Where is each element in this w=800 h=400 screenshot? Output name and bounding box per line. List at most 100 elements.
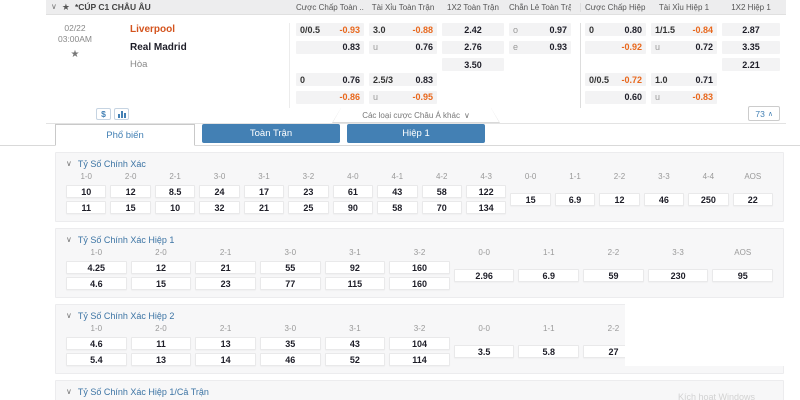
score-odds-cell[interactable]: 11	[131, 337, 192, 350]
score-odds-cell[interactable]: 12	[599, 193, 639, 206]
odds-cell[interactable]: 0.83	[296, 41, 364, 54]
score-odds-cell[interactable]: 23	[195, 277, 256, 290]
score-odds-cell[interactable]: 70	[422, 201, 462, 214]
odds-cell[interactable]: -0.86	[296, 91, 364, 104]
score-odds-cell[interactable]: 21	[244, 201, 284, 214]
odds-cell[interactable]: 0/0.5-0.93	[296, 23, 364, 36]
score-column: 2-12123	[195, 247, 256, 290]
score-odds-cell[interactable]: 4.6	[66, 277, 127, 290]
odds-cell[interactable]: 1.00.71	[651, 73, 717, 86]
odds-cell[interactable]: 2.5/30.83	[369, 73, 437, 86]
odds-cell[interactable]: 0/0.5-0.72	[585, 73, 646, 86]
odds-cell[interactable]: -0.92	[585, 41, 646, 54]
section-header[interactable]: ∨ Tỷ Số Chính Xác	[66, 157, 773, 170]
score-odds-cell[interactable]: 61	[333, 185, 373, 198]
score-odds-cell[interactable]: 15	[131, 277, 192, 290]
tab-popular[interactable]: Phổ biến	[55, 124, 195, 146]
odds-cell[interactable]: 3.35	[722, 41, 780, 54]
score-odds-cell[interactable]: 15	[510, 193, 550, 206]
odds-cell[interactable]: 0.60	[585, 91, 646, 104]
score-odds-cell[interactable]: 4.25	[66, 261, 127, 274]
section-header[interactable]: ∨ Tỷ Số Chính Xác Hiệp 1	[66, 233, 773, 246]
score-odds-cell[interactable]: 5.4	[66, 353, 127, 366]
score-odds-cell[interactable]: 25	[288, 201, 328, 214]
league-collapse-icon[interactable]: ∨	[51, 3, 57, 11]
score-odds-cell[interactable]: 250	[688, 193, 728, 206]
section-collapse-icon[interactable]: ∨	[66, 160, 72, 168]
odds-cell[interactable]: 1/1.5-0.84	[651, 23, 717, 36]
score-odds-cell[interactable]: 59	[583, 269, 644, 282]
more-asian-bets-dropdown[interactable]: Các loại cược Châu Á khác ∨	[332, 108, 500, 123]
odds-cell[interactable]: e0.93	[509, 41, 571, 54]
score-odds-cell[interactable]: 6.9	[555, 193, 595, 206]
score-odds-cell[interactable]: 15	[110, 201, 150, 214]
section-header[interactable]: ∨ Tỷ Số Chính Xác Hiệp 1/Cả Trận	[66, 385, 773, 398]
score-odds-cell[interactable]: 55	[260, 261, 321, 274]
section-collapse-icon[interactable]: ∨	[66, 236, 72, 244]
score-odds-cell[interactable]: 14	[195, 353, 256, 366]
section-collapse-icon[interactable]: ∨	[66, 388, 72, 396]
score-odds-cell[interactable]: 13	[131, 353, 192, 366]
score-odds-cell[interactable]: 35	[260, 337, 321, 350]
tab-fulltime[interactable]: Toàn Trận	[202, 124, 340, 143]
score-odds-cell[interactable]: 12	[131, 261, 192, 274]
score-odds-cell[interactable]: 23	[288, 185, 328, 198]
odds-cell[interactable]: u-0.83	[651, 91, 717, 104]
score-odds-cell[interactable]: 10	[155, 201, 195, 214]
score-odds-cell[interactable]: 46	[644, 193, 684, 206]
stats-chart-button[interactable]	[114, 108, 129, 120]
score-odds-cell[interactable]: 58	[422, 185, 462, 198]
score-odds-cell[interactable]: 4.6	[66, 337, 127, 350]
score-odds-cell[interactable]: 22	[733, 193, 773, 206]
score-odds-cell[interactable]: 77	[260, 277, 321, 290]
score-odds-cell[interactable]: 90	[333, 201, 373, 214]
score-column: 2-18.510	[155, 171, 195, 214]
odds-cell[interactable]: 2.21	[722, 58, 780, 71]
score-odds-cell[interactable]: 32	[199, 201, 239, 214]
odds-cell[interactable]: 2.76	[442, 41, 504, 54]
score-odds-cell[interactable]: 12	[110, 185, 150, 198]
score-odds-cell[interactable]: 3.5	[454, 345, 515, 358]
odds-cell[interactable]: u0.72	[651, 41, 717, 54]
odds-cell[interactable]: 3.50	[442, 58, 504, 71]
score-odds-cell[interactable]: 11	[66, 201, 106, 214]
score-odds-cell[interactable]: 115	[325, 277, 386, 290]
score-odds-cell[interactable]: 230	[648, 269, 709, 282]
score-odds-cell[interactable]: 52	[325, 353, 386, 366]
score-odds-cell[interactable]: 43	[377, 185, 417, 198]
money-odds-button[interactable]: $	[96, 108, 111, 120]
score-odds-cell[interactable]: 122	[466, 185, 506, 198]
score-odds-cell[interactable]: 46	[260, 353, 321, 366]
score-odds-cell[interactable]: 160	[389, 261, 450, 274]
score-odds-cell[interactable]: 2.96	[454, 269, 515, 282]
odds-cell[interactable]: 2.42	[442, 23, 504, 36]
score-odds-cell[interactable]: 134	[466, 201, 506, 214]
score-odds-cell[interactable]: 92	[325, 261, 386, 274]
odds-cell[interactable]: u0.76	[369, 41, 437, 54]
tab-half1[interactable]: Hiệp 1	[347, 124, 485, 143]
odds-cell[interactable]: 3.0-0.88	[369, 23, 437, 36]
odds-cell[interactable]: 00.80	[585, 23, 646, 36]
score-odds-cell[interactable]: 160	[389, 277, 450, 290]
score-odds-cell[interactable]: 104	[389, 337, 450, 350]
score-odds-cell[interactable]: 43	[325, 337, 386, 350]
score-odds-cell[interactable]: 114	[389, 353, 450, 366]
league-favorite-icon[interactable]: ★	[62, 3, 70, 12]
score-odds-cell[interactable]: 5.8	[518, 345, 579, 358]
score-odds-cell[interactable]: 95	[712, 269, 773, 282]
score-odds-cell[interactable]: 17	[244, 185, 284, 198]
odds-cell[interactable]: 00.76	[296, 73, 364, 86]
odds-cell[interactable]: 2.87	[722, 23, 780, 36]
markets-count-button[interactable]: 73 ∧	[748, 106, 780, 121]
match-favorite-icon[interactable]: ★	[46, 48, 104, 62]
score-odds-cell[interactable]: 13	[195, 337, 256, 350]
score-odds-cell[interactable]: 58	[377, 201, 417, 214]
odds-cell[interactable]: o0.97	[509, 23, 571, 36]
score-odds-cell[interactable]: 8.5	[155, 185, 195, 198]
score-odds-cell[interactable]: 6.9	[518, 269, 579, 282]
section-collapse-icon[interactable]: ∨	[66, 312, 72, 320]
score-odds-cell[interactable]: 24	[199, 185, 239, 198]
score-odds-cell[interactable]: 10	[66, 185, 106, 198]
odds-cell[interactable]: u-0.95	[369, 91, 437, 104]
score-odds-cell[interactable]: 21	[195, 261, 256, 274]
